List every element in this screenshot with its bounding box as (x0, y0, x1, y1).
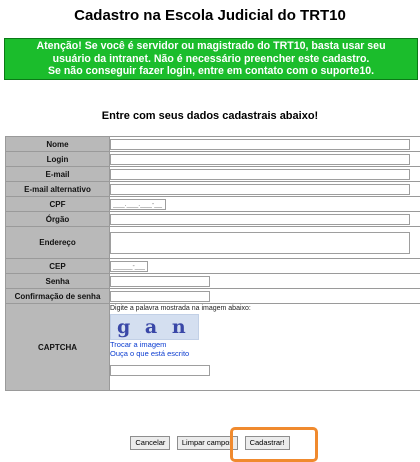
nome-input[interactable] (110, 138, 410, 150)
cep-label: CEP (5, 258, 110, 274)
senha-input[interactable] (110, 275, 210, 287)
login-input[interactable] (110, 153, 410, 165)
confirm-senha-input[interactable] (110, 290, 210, 302)
confirm-senha-label: Confirmação de senha (5, 288, 110, 304)
endereco-label: Endereço (5, 226, 110, 259)
captcha-input[interactable] (110, 365, 210, 376)
cep-input[interactable] (110, 260, 148, 272)
notice-line-2: usuário da intranet. Não é necessário pr… (52, 52, 370, 65)
form-buttons: Cancelar Limpar campos Cadastrar! (0, 436, 420, 454)
notice-line-3: Se não conseguir fazer login, entre em c… (47, 65, 375, 77)
page-title: Cadastro na Escola Judicial do TRT10 (74, 7, 346, 24)
captcha-instruction: Digite a palavra mostrada na imagem abai… (110, 305, 251, 312)
email-label: E-mail (5, 166, 110, 182)
captcha-word: g a n s o (117, 316, 198, 338)
notice-line-1: Atenção! Se você é servidor ou magistrad… (36, 40, 386, 52)
form-subtitle: Entre com seus dados cadastrais abaixo! (101, 110, 319, 122)
senha-label: Senha (5, 273, 110, 289)
cpf-input[interactable] (110, 198, 166, 210)
email-alt-label: E-mail alternativo (5, 181, 110, 197)
captcha-label: CAPTCHA (5, 303, 110, 391)
submit-highlight-box (230, 427, 318, 462)
nome-label: Nome (5, 136, 110, 152)
login-label: Login (5, 151, 110, 167)
captcha-image: g a n s o (110, 314, 199, 340)
orgao-input[interactable] (110, 213, 410, 225)
cancel-button[interactable]: Cancelar (130, 436, 171, 450)
cpf-label: CPF (5, 196, 110, 212)
captcha-refresh-link[interactable]: Trocar a imagem (110, 340, 420, 349)
orgao-label: Órgão (5, 211, 110, 227)
email-input[interactable] (110, 168, 410, 180)
email-alt-input[interactable] (110, 183, 410, 195)
registration-form: Nome Login E-mail E-mail alternativo CPF… (5, 136, 420, 391)
endereco-textarea[interactable] (110, 231, 410, 254)
clear-fields-button[interactable]: Limpar campos (176, 436, 239, 450)
intranet-notice: Atenção! Se você é servidor ou magistrad… (4, 38, 418, 80)
captcha-audio-link[interactable]: Ouça o que está escrito (110, 349, 420, 358)
